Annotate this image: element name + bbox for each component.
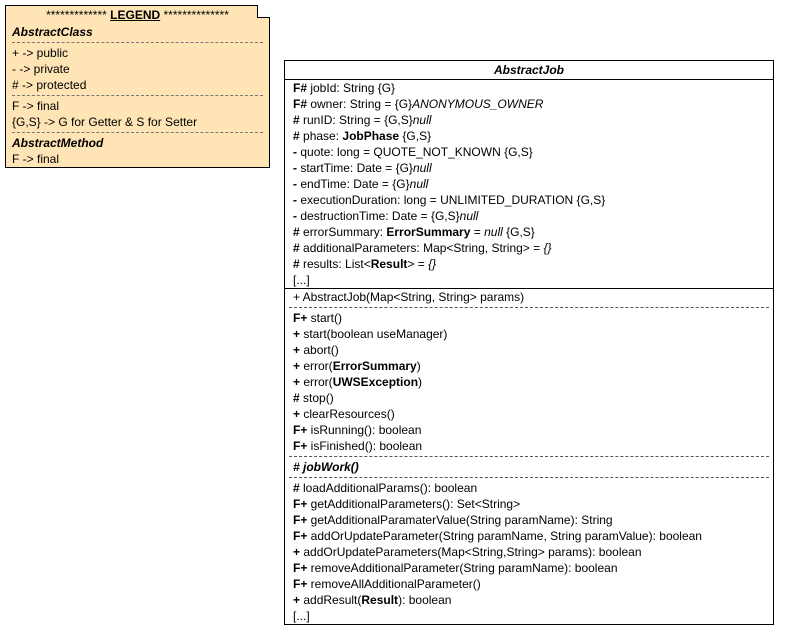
method1-row-6: + clearResources() bbox=[285, 406, 773, 422]
legend-protected: # -> protected bbox=[6, 77, 269, 93]
legend-final: F -> final bbox=[6, 98, 269, 114]
method2-row-2: F+ getAdditionalParamaterValue(String pa… bbox=[285, 512, 773, 528]
field-row-11: # results: List<Result> = {} bbox=[285, 256, 773, 272]
field-row-8: - destructionTime: Date = {G,S}null bbox=[285, 208, 773, 224]
method2-row-0: # loadAdditionalParams(): boolean bbox=[285, 480, 773, 496]
method2-row-6: F+ removeAllAdditionalParameter() bbox=[285, 576, 773, 592]
legend-sep3 bbox=[12, 132, 263, 133]
legend-sep2 bbox=[12, 95, 263, 96]
field-row-12: [...] bbox=[285, 272, 773, 288]
field-row-5: - startTime: Date = {G}null bbox=[285, 160, 773, 176]
class-name: AbstractJob bbox=[285, 61, 773, 80]
stars-left: ************* bbox=[46, 8, 107, 22]
stars-right: ************** bbox=[164, 8, 229, 22]
method1-row-1: + start(boolean useManager) bbox=[285, 326, 773, 342]
method1-row-7: F+ isRunning(): boolean bbox=[285, 422, 773, 438]
sep-m1 bbox=[289, 456, 769, 457]
class-abstractjob: AbstractJob F# jobId: String {G}F# owner… bbox=[284, 60, 774, 625]
method2-row-3: F+ addOrUpdateParameter(String paramName… bbox=[285, 528, 773, 544]
method1-row-4: + error(UWSException) bbox=[285, 374, 773, 390]
sep-abs bbox=[289, 477, 769, 478]
method2-row-7: + addResult(Result): boolean bbox=[285, 592, 773, 608]
abstract-method-row: # jobWork() bbox=[285, 459, 773, 475]
field-row-3: # phase: JobPhase {G,S} bbox=[285, 128, 773, 144]
legend-gs: {G,S} -> G for Getter & S for Setter bbox=[6, 114, 269, 130]
field-row-4: - quote: long = QUOTE_NOT_KNOWN {G,S} bbox=[285, 144, 773, 160]
constructor-row: + AbstractJob(Map<String, String> params… bbox=[285, 289, 773, 305]
legend-text: LEGEND bbox=[110, 8, 160, 22]
legend-sep1 bbox=[12, 42, 263, 43]
field-row-6: - endTime: Date = {G}null bbox=[285, 176, 773, 192]
method1-row-5: # stop() bbox=[285, 390, 773, 406]
method1-row-8: F+ isFinished(): boolean bbox=[285, 438, 773, 454]
legend-title: ************* LEGEND ************** bbox=[6, 6, 269, 24]
field-row-0: F# jobId: String {G} bbox=[285, 80, 773, 96]
legend-private: - -> private bbox=[6, 61, 269, 77]
legend-abstract-method: AbstractMethod bbox=[6, 135, 269, 151]
field-row-10: # additionalParameters: Map<String, Stri… bbox=[285, 240, 773, 256]
legend-abstract-class: AbstractClass bbox=[6, 24, 269, 40]
field-row-1: F# owner: String = {G}ANONYMOUS_OWNER bbox=[285, 96, 773, 112]
field-row-9: # errorSummary: ErrorSummary = null {G,S… bbox=[285, 224, 773, 240]
legend-final2: F -> final bbox=[6, 151, 269, 167]
method1-row-3: + error(ErrorSummary) bbox=[285, 358, 773, 374]
method1-row-0: F+ start() bbox=[285, 310, 773, 326]
method2-row-5: F+ removeAdditionalParameter(String para… bbox=[285, 560, 773, 576]
fields-section: F# jobId: String {G}F# owner: String = {… bbox=[285, 80, 773, 289]
methods-section: + AbstractJob(Map<String, String> params… bbox=[285, 289, 773, 624]
note-fold bbox=[257, 5, 270, 18]
field-row-2: # runID: String = {G,S}null bbox=[285, 112, 773, 128]
method2-row-1: F+ getAdditionalParameters(): Set<String… bbox=[285, 496, 773, 512]
method2-row-4: + addOrUpdateParameters(Map<String,Strin… bbox=[285, 544, 773, 560]
sep-ctor bbox=[289, 307, 769, 308]
legend-public: + -> public bbox=[6, 45, 269, 61]
method2-row-8: [...] bbox=[285, 608, 773, 624]
field-row-7: - executionDuration: long = UNLIMITED_DU… bbox=[285, 192, 773, 208]
method1-row-2: + abort() bbox=[285, 342, 773, 358]
legend-note: ************* LEGEND ************** Abst… bbox=[5, 5, 270, 168]
